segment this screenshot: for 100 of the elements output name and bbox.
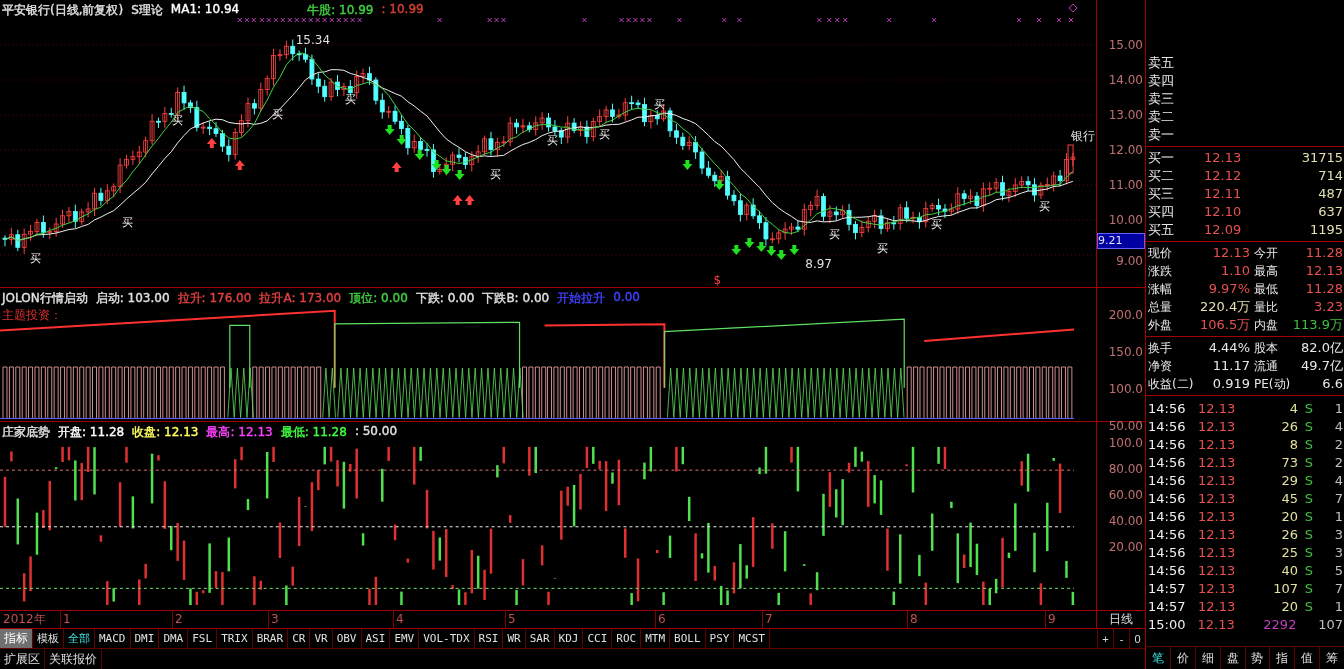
trade-price: 12.13: [1198, 472, 1237, 490]
oscillator-header-text: 收盘: 12.13: [132, 424, 199, 441]
current-price-label: 9.21: [1097, 233, 1145, 249]
bid-price: 12.13: [1204, 149, 1243, 167]
trade-price: 12.13: [1198, 508, 1237, 526]
axis-label: 50.00: [1107, 419, 1144, 433]
trade-count: 7: [1333, 580, 1343, 598]
buy-signal-label: 买: [877, 242, 889, 255]
indicator-header-text: 顶位: 0.00: [349, 290, 408, 307]
trade-time: 14:56: [1148, 418, 1187, 436]
stat-label: 收益(二): [1148, 376, 1195, 393]
trade-price: 12.13: [1198, 526, 1237, 544]
buy-signal-label: 买: [1039, 200, 1051, 213]
stat-value: 113.9万: [1292, 316, 1343, 334]
trade-time: 14:56: [1148, 400, 1187, 418]
indicator-header-text: 拉升: 176.00: [177, 290, 252, 307]
stat-label: 换手: [1148, 340, 1173, 357]
chart-header-text: S理论: [131, 2, 163, 19]
trade-time: 14:56: [1148, 490, 1187, 508]
stat-value: 0.919: [1211, 375, 1251, 393]
stat-label: 最低: [1254, 281, 1279, 298]
trade-volume: 73: [1280, 454, 1298, 472]
stat-label: 最高: [1254, 263, 1279, 280]
trade-volume: 25: [1280, 544, 1298, 562]
trade-price: 12.13: [1198, 454, 1237, 472]
trade-count: 3: [1333, 526, 1343, 544]
indicator-header-text: 0.00: [613, 290, 640, 306]
trade-side: S: [1303, 544, 1315, 562]
trade-price: 12.13: [1198, 598, 1237, 616]
trade-time: 14:57: [1148, 580, 1187, 598]
stat-label: 股本: [1254, 340, 1279, 357]
stat-label: 涨跌: [1148, 263, 1173, 280]
stat-value: 1.10: [1220, 262, 1251, 280]
month-label: 3: [268, 611, 279, 628]
axis-label: 100.0: [1107, 436, 1144, 450]
buy-signal-label: 买: [829, 228, 841, 241]
trade-side: S: [1303, 598, 1315, 616]
trade-time: 14:56: [1148, 544, 1187, 562]
stat-label: 今开: [1254, 245, 1279, 262]
bid-volume: 637: [1317, 203, 1343, 221]
axis-label: 13.00: [1107, 107, 1144, 123]
bid-level-label: 买三: [1148, 185, 1175, 203]
axis-label: 14.00: [1107, 72, 1144, 88]
trade-side: S: [1303, 580, 1315, 598]
chart-annotation: 银行: [1071, 129, 1096, 143]
stat-value: 6.6: [1321, 375, 1343, 393]
indicator-tab[interactable]: 指标: [0, 629, 33, 648]
trade-volume: 20: [1280, 508, 1298, 526]
trade-count: 2: [1333, 436, 1343, 454]
stat-label: 涨幅: [1148, 281, 1173, 298]
ask-level-label: 卖二: [1148, 108, 1174, 126]
stat-value: 106.5万: [1200, 316, 1252, 334]
month-label: 6: [655, 611, 666, 628]
trade-time: 14:56: [1148, 562, 1187, 580]
stat-value: 9.97%: [1207, 280, 1251, 298]
stat-label: 现价: [1148, 245, 1173, 262]
chart-annotation: 15.34: [295, 33, 331, 47]
buy-signal-label: 买: [489, 168, 501, 181]
trade-time: 14:56: [1148, 526, 1187, 544]
trade-volume: 26: [1280, 526, 1298, 544]
bid-price: 12.10: [1204, 203, 1243, 221]
indicator-header-text: 开始拉升: [557, 290, 606, 307]
chart-header-text: MA1: 10.94: [170, 2, 240, 18]
stat-label: PE(动): [1254, 376, 1292, 393]
stat-label: 量比: [1254, 299, 1279, 316]
trade-price: 12.13: [1198, 400, 1237, 418]
axis-label: 11.00: [1107, 177, 1144, 193]
indicator-header-text: 下跌: 0.00: [415, 290, 475, 307]
stat-label: 流通: [1254, 358, 1279, 375]
trade-side: S: [1303, 400, 1315, 418]
buy-signal-label: 买: [546, 134, 558, 147]
stat-value: 220.4万: [1200, 298, 1252, 316]
trade-side: S: [1303, 418, 1315, 436]
axis-label: 200.0: [1107, 308, 1144, 322]
oscillator-header-text: 庄家底势: [2, 424, 50, 441]
buy-signal-label: 买: [931, 218, 943, 231]
month-label: 8: [907, 611, 918, 628]
oscillator-header-text: 开盘: 11.28: [58, 424, 125, 441]
bid-level-label: 买四: [1148, 203, 1175, 221]
trade-volume: 29: [1280, 472, 1298, 490]
stat-value: 12.13: [1211, 244, 1251, 262]
bid-level-label: 买二: [1148, 167, 1175, 185]
stat-value: 3.23: [1313, 298, 1343, 316]
indicator-header-text: 下跌B: 0.00: [482, 290, 550, 307]
stat-label: 净资: [1148, 358, 1173, 375]
oscillator-header-text: 最低: 11.28: [280, 424, 347, 441]
stat-value: 4.44%: [1207, 339, 1251, 357]
axis-label: 100.0: [1107, 382, 1144, 396]
bid-price: 12.09: [1204, 221, 1243, 239]
indicator-header-text: JOLON行情启动: [2, 290, 88, 307]
axis-label: 60.00: [1107, 488, 1144, 502]
stat-value: 49.7亿: [1300, 357, 1343, 375]
month-label: 7: [762, 611, 773, 628]
axis-label: 9.00: [1115, 253, 1144, 269]
trade-price: 12.13: [1197, 616, 1236, 634]
ask-level-label: 卖五: [1148, 54, 1174, 72]
chart-header-text: : 10.99: [381, 2, 424, 18]
buy-signal-label: 买: [271, 108, 283, 121]
axis-label: 15.00: [1107, 37, 1144, 53]
stat-value: 11.28: [1304, 280, 1343, 298]
